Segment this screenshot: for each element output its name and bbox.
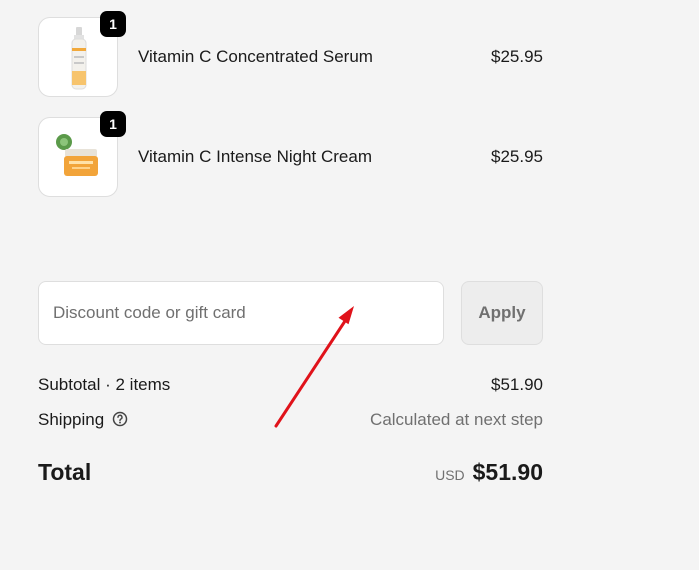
total-amount: $51.90 — [472, 459, 543, 485]
quantity-badge: 1 — [100, 111, 126, 137]
product-name: Vitamin C Concentrated Serum — [138, 47, 373, 66]
total-label: Total — [38, 459, 92, 485]
help-circle-icon[interactable] — [112, 411, 128, 433]
subtotal-label: Subtotal · 2 items — [38, 375, 171, 394]
line-item: 1 Vitamin C Concentrated Serum $25.95 — [38, 11, 543, 99]
shipping-value: Calculated at next step — [370, 410, 543, 429]
shipping-label: Shipping — [38, 410, 105, 429]
product-name: Vitamin C Intense Night Cream — [138, 147, 373, 166]
quantity-badge: 1 — [100, 11, 126, 37]
line-item: 1 Vitamin C Intense Night Cream $25.95 — [38, 111, 543, 199]
currency-code: USD — [435, 467, 465, 483]
product-price: $25.95 — [491, 47, 543, 66]
shipping-row: Shipping — [38, 409, 128, 433]
total-value-row: USD $51.90 — [435, 457, 543, 491]
subtotal-value: $51.90 — [491, 375, 543, 394]
product-price: $25.95 — [491, 147, 543, 166]
apply-button[interactable]: Apply — [461, 281, 543, 345]
discount-code-input[interactable] — [38, 281, 444, 345]
